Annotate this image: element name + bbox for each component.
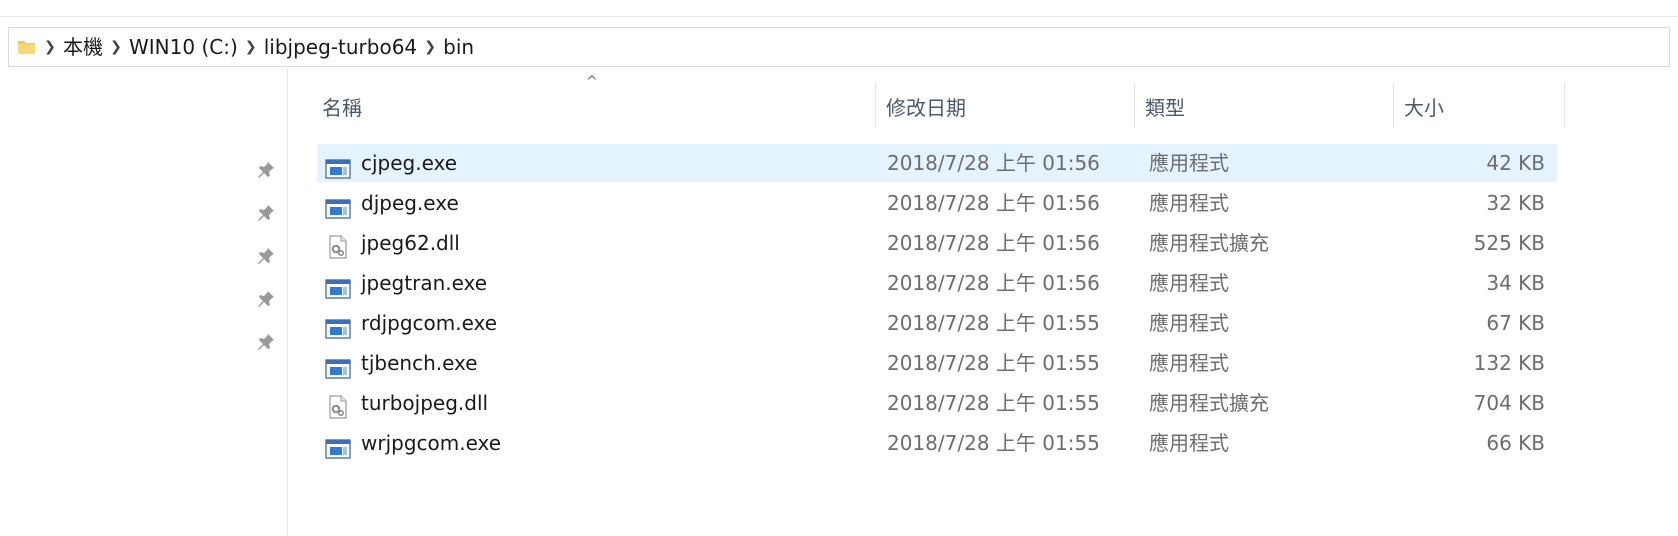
- file-size: 132 KB: [1473, 351, 1545, 375]
- file-date: 2018/7/28 上午 01:55: [887, 351, 1100, 375]
- exe-icon: [325, 193, 351, 219]
- file-row[interactable]: rdjpgcom.exe 2018/7/28 上午 01:55 應用程式 67 KB: [317, 304, 1557, 342]
- exe-icon: [325, 273, 351, 299]
- file-date: 2018/7/28 上午 01:56: [887, 231, 1100, 255]
- file-name: tjbench.exe: [361, 351, 478, 375]
- file-size: 525 KB: [1473, 231, 1545, 255]
- breadcrumb-item-libjpeg[interactable]: libjpeg-turbo64: [264, 35, 417, 59]
- chevron-right-icon[interactable]: ❯: [238, 37, 264, 57]
- breadcrumb-item-drive[interactable]: WIN10 (C:): [129, 35, 238, 59]
- file-size: 34 KB: [1486, 271, 1545, 295]
- navigation-pane: [0, 68, 288, 536]
- pin-icon[interactable]: [256, 246, 276, 266]
- pin-icon[interactable]: [256, 332, 276, 352]
- column-header-type[interactable]: 類型: [1135, 82, 1393, 130]
- file-size: 66 KB: [1486, 431, 1545, 455]
- file-size: 704 KB: [1473, 391, 1545, 415]
- file-name: turbojpeg.dll: [361, 391, 489, 415]
- column-header-name-label: 名稱: [322, 95, 362, 120]
- file-row[interactable]: cjpeg.exe 2018/7/28 上午 01:56 應用程式 42 KB: [317, 144, 1557, 182]
- file-name: djpeg.exe: [361, 191, 459, 215]
- file-date: 2018/7/28 上午 01:55: [887, 391, 1100, 415]
- column-header-size[interactable]: 大小: [1394, 82, 1564, 130]
- file-name: wrjpgcom.exe: [361, 431, 502, 455]
- breadcrumb-item-bin[interactable]: bin: [443, 35, 474, 59]
- breadcrumb-item-this-pc[interactable]: 本機: [63, 35, 103, 59]
- file-type: 應用程式: [1149, 311, 1229, 335]
- file-size: 67 KB: [1486, 311, 1545, 335]
- file-name: rdjpgcom.exe: [361, 311, 498, 335]
- exe-icon: [325, 433, 351, 459]
- column-header-date-label: 修改日期: [886, 95, 966, 120]
- file-type: 應用程式: [1149, 271, 1229, 295]
- column-header-type-label: 類型: [1145, 95, 1185, 120]
- file-type: 應用程式: [1149, 191, 1229, 215]
- file-date: 2018/7/28 上午 01:56: [887, 271, 1100, 295]
- exe-icon: [325, 313, 351, 339]
- pin-icon[interactable]: [256, 289, 276, 309]
- address-bar[interactable]: ❯ 本機 ❯ WIN10 (C:) ❯ libjpeg-turbo64 ❯ bi…: [8, 27, 1670, 67]
- file-row[interactable]: turbojpeg.dll 2018/7/28 上午 01:55 應用程式擴充 704…: [317, 384, 1557, 422]
- file-date: 2018/7/28 上午 01:55: [887, 311, 1100, 335]
- file-date: 2018/7/28 上午 01:55: [887, 431, 1100, 455]
- exe-icon: [325, 153, 351, 179]
- dll-icon: [325, 233, 351, 259]
- file-size: 42 KB: [1486, 151, 1545, 175]
- chevron-right-icon[interactable]: ❯: [417, 37, 443, 57]
- file-type: 應用程式擴充: [1149, 391, 1269, 415]
- file-row[interactable]: wrjpgcom.exe 2018/7/28 上午 01:55 應用程式 66 KB: [317, 424, 1557, 462]
- pin-icon[interactable]: [256, 203, 276, 223]
- exe-icon: [325, 353, 351, 379]
- file-row[interactable]: djpeg.exe 2018/7/28 上午 01:56 應用程式 32 KB: [317, 184, 1557, 222]
- file-date: 2018/7/28 上午 01:56: [887, 151, 1100, 175]
- file-type: 應用程式擴充: [1149, 231, 1269, 255]
- ribbon-strip: [0, 0, 1678, 17]
- file-type: 應用程式: [1149, 431, 1229, 455]
- column-divider[interactable]: [1564, 82, 1565, 128]
- file-size: 32 KB: [1486, 191, 1545, 215]
- file-name: cjpeg.exe: [361, 151, 458, 175]
- chevron-right-icon[interactable]: ❯: [37, 37, 63, 57]
- file-name: jpegtran.exe: [361, 271, 488, 295]
- file-date: 2018/7/28 上午 01:56: [887, 191, 1100, 215]
- column-header-date[interactable]: 修改日期: [876, 82, 1134, 130]
- dll-icon: [325, 393, 351, 419]
- file-type: 應用程式: [1149, 351, 1229, 375]
- column-header-size-label: 大小: [1404, 95, 1444, 120]
- file-row[interactable]: jpeg62.dll 2018/7/28 上午 01:56 應用程式擴充 525 KB: [317, 224, 1557, 262]
- column-header-name[interactable]: 名稱: [312, 82, 874, 130]
- file-row[interactable]: jpegtran.exe 2018/7/28 上午 01:56 應用程式 34 KB: [317, 264, 1557, 302]
- pin-icon[interactable]: [256, 160, 276, 180]
- chevron-right-icon[interactable]: ❯: [103, 37, 129, 57]
- folder-icon: [17, 37, 37, 57]
- file-name: jpeg62.dll: [361, 231, 460, 255]
- file-type: 應用程式: [1149, 151, 1229, 175]
- file-row[interactable]: tjbench.exe 2018/7/28 上午 01:55 應用程式 132 KB: [317, 344, 1557, 382]
